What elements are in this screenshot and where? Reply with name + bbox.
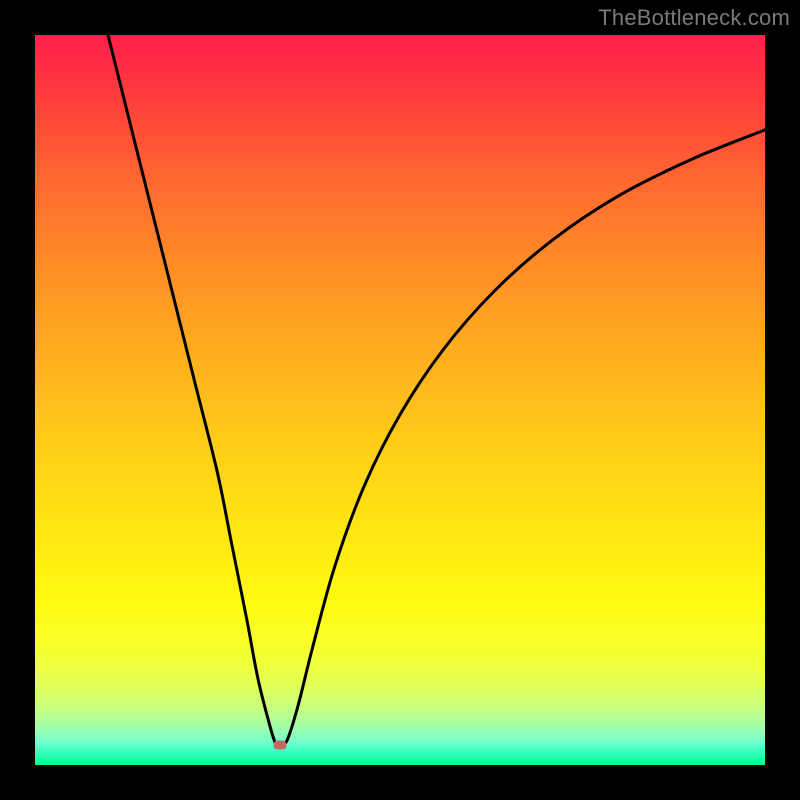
watermark-text: TheBottleneck.com [598, 5, 790, 31]
curve-svg [35, 35, 765, 765]
plot-area [35, 35, 765, 765]
bottleneck-curve [108, 35, 765, 746]
optimal-point-marker [273, 740, 286, 749]
chart-frame: TheBottleneck.com [0, 0, 800, 800]
